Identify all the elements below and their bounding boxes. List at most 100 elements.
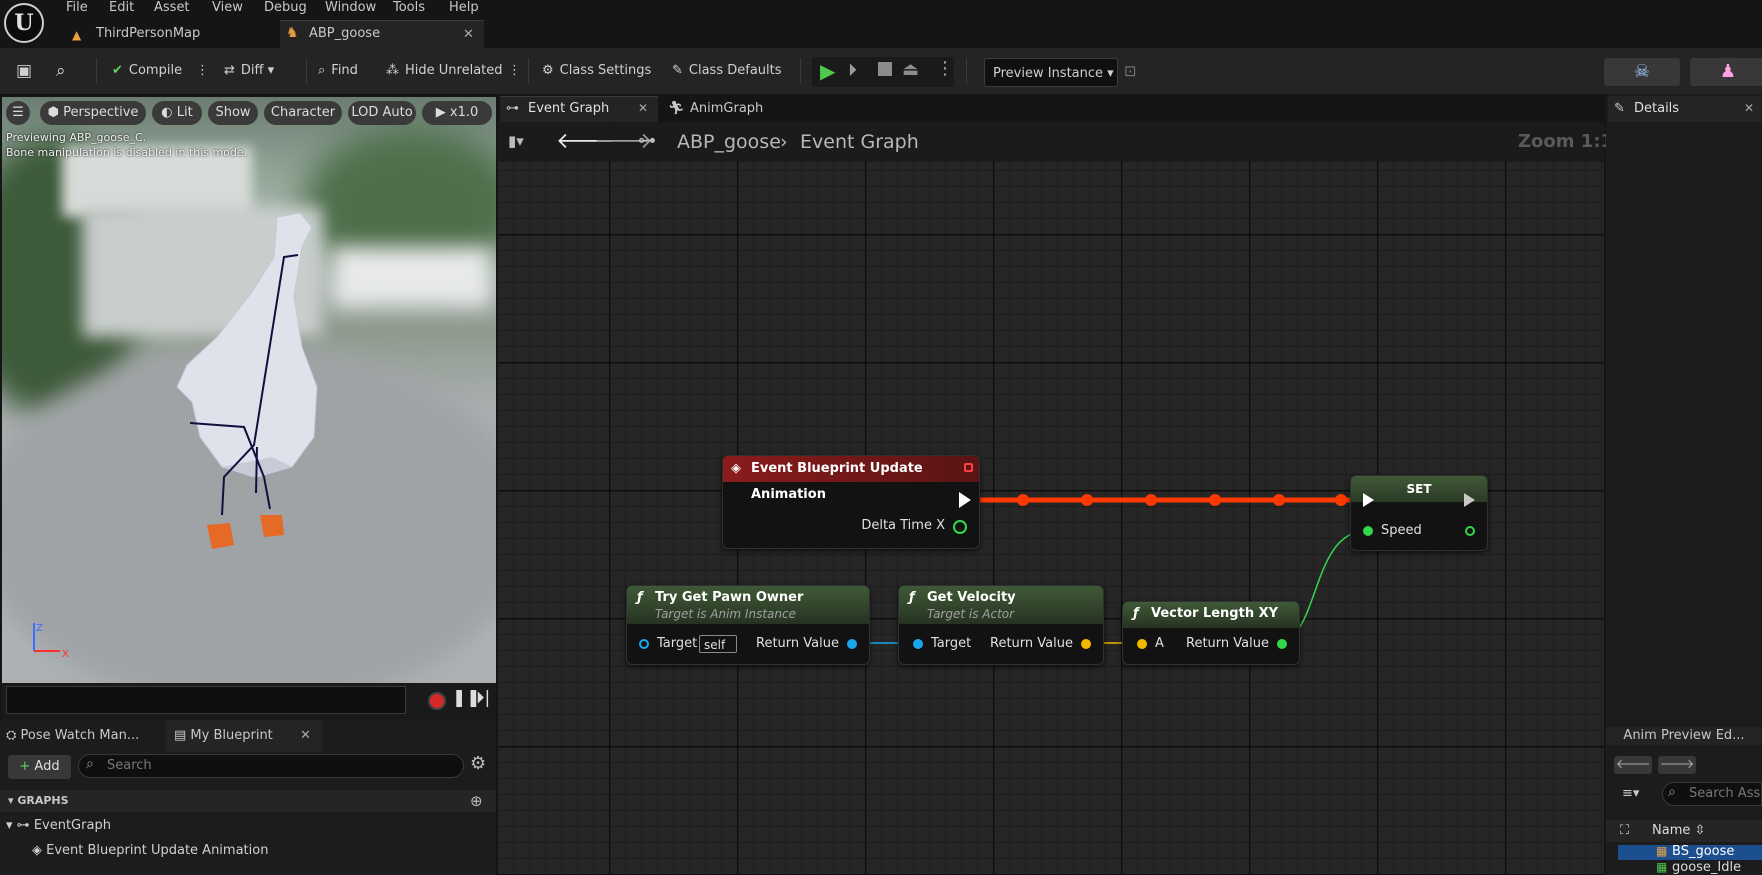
hide-unrelated-button[interactable]: ⁂ Hide Unrelated bbox=[386, 48, 503, 94]
record-icon[interactable] bbox=[428, 692, 446, 710]
tab-anim-graph[interactable]: AnimGraph bbox=[690, 101, 763, 116]
character-button[interactable]: Character bbox=[264, 101, 342, 125]
add-button[interactable]: + Add bbox=[8, 755, 71, 779]
history-forward-icon[interactable]: 🡒 bbox=[1658, 756, 1696, 774]
menu-asset[interactable]: Asset bbox=[154, 0, 190, 16]
float-out-pin[interactable] bbox=[953, 520, 967, 534]
diff-button[interactable]: ⇄ Diff ▾ bbox=[224, 48, 274, 94]
asset-goose-idle[interactable]: goose_Idle bbox=[1672, 860, 1741, 875]
filter-icon[interactable]: ≡▾ bbox=[1622, 786, 1639, 801]
name-column-header[interactable]: Name ⇳ bbox=[1652, 823, 1705, 838]
zoom-label: Zoom 1:1 bbox=[1518, 131, 1614, 152]
close-tab-icon[interactable]: ✕ bbox=[638, 101, 648, 115]
lit-label: Lit bbox=[176, 105, 193, 120]
hide-unrelated-options-icon[interactable]: ⋮ bbox=[508, 48, 521, 94]
browse-icon[interactable]: ⌕ bbox=[56, 48, 66, 94]
node-set-speed[interactable]: SET Speed bbox=[1350, 475, 1488, 551]
level-icon: ▲ bbox=[72, 28, 82, 42]
float-out-pin[interactable] bbox=[1465, 526, 1475, 536]
step-icon[interactable]: ⏵ bbox=[848, 60, 857, 81]
viewport-menu-icon[interactable]: ☰ bbox=[6, 101, 30, 125]
show-button[interactable]: Show bbox=[208, 101, 258, 125]
skeleton-mode-icon[interactable]: ☠ bbox=[1604, 58, 1680, 86]
timeline-scrubber[interactable] bbox=[6, 686, 406, 714]
pin-target-label: Target bbox=[931, 636, 972, 651]
node-title: SET bbox=[1406, 482, 1432, 496]
menu-debug[interactable]: Debug bbox=[264, 0, 307, 16]
node-event-update-animation[interactable]: ◈ Event Blueprint Update Animation Delta… bbox=[722, 455, 980, 549]
find-icon: ⌕ bbox=[318, 63, 326, 78]
play-options-icon[interactable]: ⋮ bbox=[936, 58, 954, 79]
node-try-get-pawn-owner[interactable]: ƒ Try Get Pawn Owner Target is Anim Inst… bbox=[626, 585, 870, 665]
menu-edit[interactable]: Edit bbox=[109, 0, 134, 16]
vector-out-pin[interactable] bbox=[1081, 639, 1091, 649]
details-panel bbox=[1606, 94, 1762, 727]
vector-in-pin[interactable] bbox=[1137, 639, 1147, 649]
toolbar-divider bbox=[306, 58, 307, 84]
search-input[interactable]: Search bbox=[78, 754, 464, 778]
debug-filter-icon[interactable]: ⊡ bbox=[1124, 62, 1137, 80]
play-icon[interactable]: ▶ bbox=[820, 59, 835, 83]
plus-icon: + bbox=[19, 759, 35, 774]
column-options-icon[interactable]: ⛶ bbox=[1620, 823, 1629, 838]
float-in-pin[interactable] bbox=[1363, 526, 1373, 536]
save-icon[interactable]: ▣ bbox=[16, 48, 32, 94]
object-out-pin[interactable] bbox=[847, 639, 857, 649]
exec-out-pin[interactable] bbox=[1464, 493, 1475, 507]
menu-tools[interactable]: Tools bbox=[393, 0, 425, 16]
compile-options-icon[interactable]: ⋮ bbox=[196, 48, 209, 94]
unreal-logo-icon[interactable]: U bbox=[4, 3, 44, 43]
exec-in-pin[interactable] bbox=[1363, 493, 1374, 507]
perspective-label: Perspective bbox=[63, 105, 139, 120]
tree-item-update-animation-label: Event Blueprint Update Animation bbox=[46, 843, 269, 858]
graphs-section-header[interactable]: ▾ GRAPHS bbox=[0, 790, 496, 812]
self-value-field[interactable]: self bbox=[699, 635, 737, 653]
tree-item-eventgraph[interactable]: ▾ ⊶ EventGraph bbox=[6, 815, 111, 837]
stop-icon[interactable] bbox=[878, 62, 892, 76]
perspective-button[interactable]: ⬢ Perspective bbox=[40, 101, 146, 125]
tab-anim-preview-editor[interactable]: Anim Preview Ed... bbox=[1606, 727, 1762, 745]
add-graph-icon[interactable]: ⊕ bbox=[470, 792, 483, 810]
compile-button[interactable]: ✔ Compile bbox=[112, 48, 182, 94]
node-get-velocity[interactable]: ƒ Get Velocity Target is Actor Target Re… bbox=[898, 585, 1104, 665]
pin-return-label: Return Value bbox=[756, 636, 839, 651]
breadcrumb-root[interactable]: ABP_goose bbox=[677, 122, 781, 162]
exec-out-pin[interactable] bbox=[959, 492, 971, 508]
asset-bs-goose[interactable]: BS_goose bbox=[1672, 844, 1734, 859]
preview-viewport[interactable]: ☰ ⬢ Perspective ◐ Lit Show Character LOD… bbox=[2, 97, 496, 683]
find-button[interactable]: ⌕ Find bbox=[318, 48, 358, 94]
close-tab-icon[interactable]: ✕ bbox=[300, 728, 311, 743]
asset-search-input[interactable]: Search Asse bbox=[1662, 782, 1762, 806]
animation-mode-icon[interactable]: ♟ bbox=[1690, 58, 1762, 86]
preview-instance-dropdown[interactable]: Preview Instance ▾ bbox=[984, 58, 1118, 87]
class-settings-button[interactable]: ⚙ Class Settings bbox=[542, 48, 651, 94]
compile-label: Compile bbox=[128, 63, 183, 78]
step-forward-icon[interactable]: ⏵| bbox=[476, 688, 490, 708]
playback-speed-button[interactable]: ▶ x1.0 bbox=[422, 101, 492, 125]
tab-details[interactable] bbox=[1608, 96, 1762, 122]
class-defaults-button[interactable]: ✎ Class Defaults bbox=[672, 48, 782, 94]
tab-third-person-map[interactable]: ThirdPersonMap bbox=[96, 20, 200, 48]
menu-file[interactable]: File bbox=[66, 0, 88, 16]
eject-icon[interactable]: ⏏ bbox=[902, 59, 919, 80]
latent-indicator-icon bbox=[964, 463, 973, 472]
menu-view[interactable]: View bbox=[212, 0, 243, 16]
axis-x-label: X bbox=[62, 649, 69, 660]
object-in-pin[interactable] bbox=[913, 639, 923, 649]
lit-button[interactable]: ◐ Lit bbox=[152, 101, 202, 125]
tree-item-update-animation[interactable]: ◈ Event Blueprint Update Animation bbox=[32, 840, 268, 862]
node-vector-length-xy[interactable]: ƒ Vector Length XY A Return Value bbox=[1122, 601, 1300, 665]
float-out-pin[interactable] bbox=[1277, 639, 1287, 649]
bookmark-icon[interactable]: ▮▾ bbox=[508, 132, 524, 150]
menu-help[interactable]: Help bbox=[449, 0, 479, 16]
settings-gear-icon[interactable]: ⚙ bbox=[470, 753, 486, 774]
object-in-pin[interactable] bbox=[639, 639, 649, 649]
close-tab-icon[interactable]: ✕ bbox=[1744, 101, 1754, 115]
close-tab-icon[interactable]: ✕ bbox=[463, 27, 474, 42]
toolbar-divider bbox=[528, 58, 529, 84]
history-back-icon[interactable]: 🡐 bbox=[1614, 756, 1652, 774]
menu-window[interactable]: Window bbox=[325, 0, 376, 16]
lod-button[interactable]: LOD Auto bbox=[348, 101, 416, 125]
tab-pose-watch[interactable]: ⛭ Pose Watch Man... bbox=[6, 720, 139, 752]
asset-search-placeholder: Search Asse bbox=[1689, 786, 1762, 801]
